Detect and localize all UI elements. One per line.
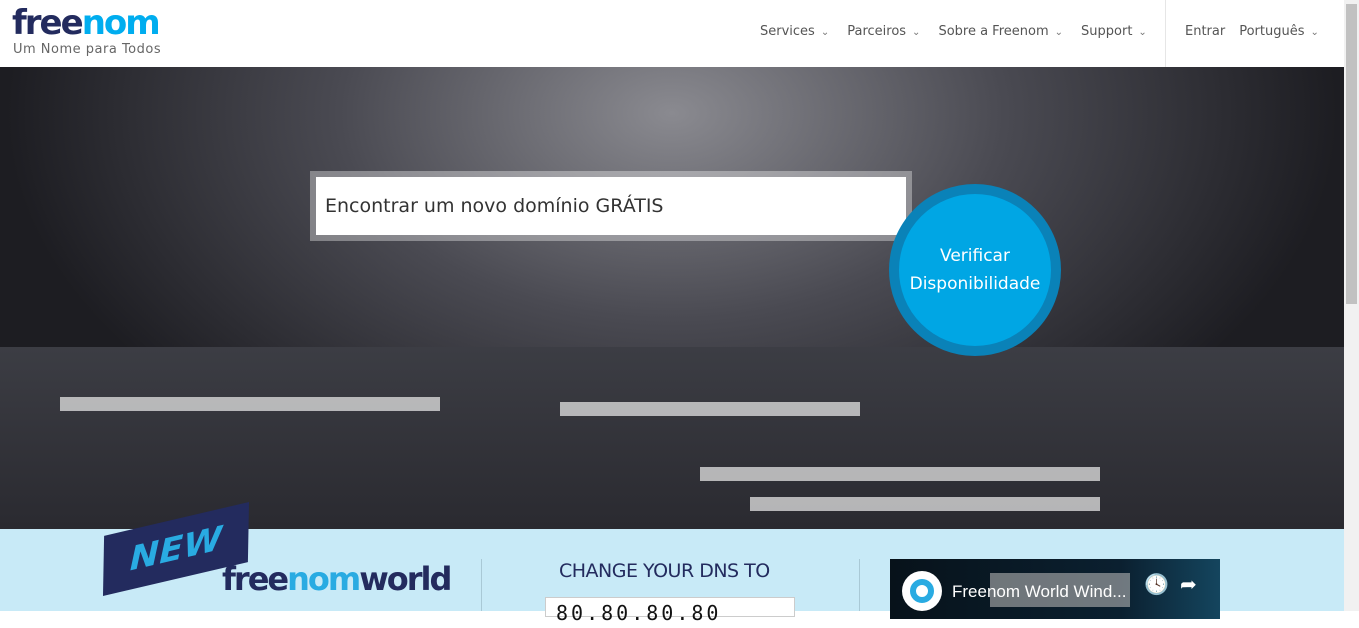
- tagline: Um Nome para Todos: [13, 42, 162, 57]
- divider: [481, 559, 482, 611]
- nav-services[interactable]: Services ⌄: [760, 24, 829, 39]
- hero-banner: Encontrar um novo domínio GRÁTIS Verific…: [0, 67, 1344, 529]
- nav-divider: [1165, 0, 1166, 67]
- nav-sobre[interactable]: Sobre a Freenom ⌄: [938, 24, 1063, 39]
- divider: [859, 559, 860, 611]
- chevron-down-icon: ⌄: [912, 27, 921, 38]
- nav-support[interactable]: Support ⌄: [1081, 24, 1147, 39]
- freenomworld-logo[interactable]: freenomworld: [222, 560, 452, 598]
- street-background: [0, 347, 1344, 529]
- video-title[interactable]: Freenom World Wind...: [952, 582, 1126, 602]
- scrollbar[interactable]: [1344, 0, 1359, 611]
- domain-search-input[interactable]: Encontrar um novo domínio GRÁTIS: [316, 177, 906, 235]
- account-nav: Entrar Português ⌄: [1185, 24, 1319, 39]
- language-select[interactable]: Português ⌄: [1239, 24, 1319, 39]
- chevron-down-icon: ⌄: [820, 27, 830, 38]
- scrollbar-thumb[interactable]: [1346, 4, 1357, 304]
- dns-heading: CHANGE YOUR DNS TO: [559, 560, 770, 582]
- share-icon[interactable]: ➦: [1180, 572, 1197, 596]
- chevron-down-icon: ⌄: [1310, 27, 1319, 38]
- dns-value: 80.80.80.80: [545, 597, 795, 625]
- main-nav: Services ⌄ Parceiros ⌄ Sobre a Freenom ⌄ Su…: [760, 24, 1147, 39]
- chevron-down-icon: ⌄: [1138, 27, 1147, 38]
- video-embed[interactable]: Freenom World Wind... 🕓 ➦: [890, 559, 1220, 619]
- chevron-down-icon: ⌄: [1054, 27, 1064, 38]
- header: freenom Um Nome para Todos Services ⌄ Par…: [0, 0, 1344, 67]
- nav-parceiros[interactable]: Parceiros ⌄: [847, 24, 920, 39]
- login-link[interactable]: Entrar: [1185, 24, 1225, 39]
- clock-icon[interactable]: 🕓: [1144, 572, 1169, 596]
- freenom-logo[interactable]: freenom: [12, 4, 161, 42]
- channel-logo[interactable]: [902, 571, 942, 611]
- verify-availability-button[interactable]: Verificar Disponibilidade: [889, 184, 1061, 356]
